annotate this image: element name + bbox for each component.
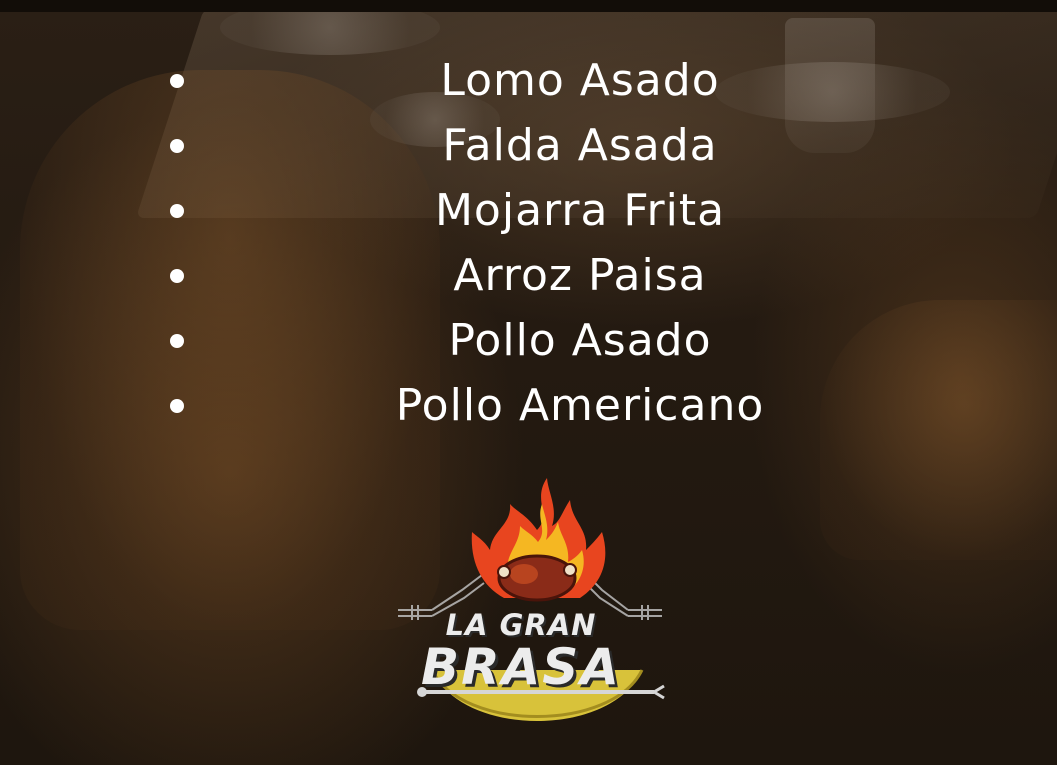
menu-item-pollo-americano: Pollo Americano — [0, 373, 1057, 438]
menu-item-label: Pollo Americano — [395, 380, 765, 431]
bullet-icon — [170, 269, 184, 283]
menu-item-falda-asada: Falda Asada — [0, 113, 1057, 178]
menu-item-label: Mojarra Frita — [434, 185, 726, 236]
bullet-icon — [170, 204, 184, 218]
brand-logo: LA GRAN BRASA — [392, 470, 682, 740]
menu-item-pollo-asado: Pollo Asado — [0, 308, 1057, 373]
bullet-icon — [170, 139, 184, 153]
logo-text-line1: LA GRAN — [445, 608, 597, 642]
menu-item-label: Falda Asada — [442, 120, 718, 171]
menu-item-label: Lomo Asado — [440, 55, 720, 106]
top-strip — [0, 0, 1057, 12]
menu-list: Lomo Asado Falda Asada Mojarra Frita Arr… — [0, 48, 1057, 438]
bullet-icon — [170, 334, 184, 348]
bullet-icon — [170, 74, 184, 88]
logo-text-line2: BRASA — [420, 638, 621, 696]
flaming-chicken-icon — [398, 478, 665, 721]
menu-item-label: Pollo Asado — [448, 315, 712, 366]
menu-item-lomo-asado: Lomo Asado — [0, 48, 1057, 113]
menu-item-arroz-paisa: Arroz Paisa — [0, 243, 1057, 308]
menu-item-mojarra-frita: Mojarra Frita — [0, 178, 1057, 243]
bullet-icon — [170, 399, 184, 413]
menu-item-label: Arroz Paisa — [453, 250, 707, 301]
